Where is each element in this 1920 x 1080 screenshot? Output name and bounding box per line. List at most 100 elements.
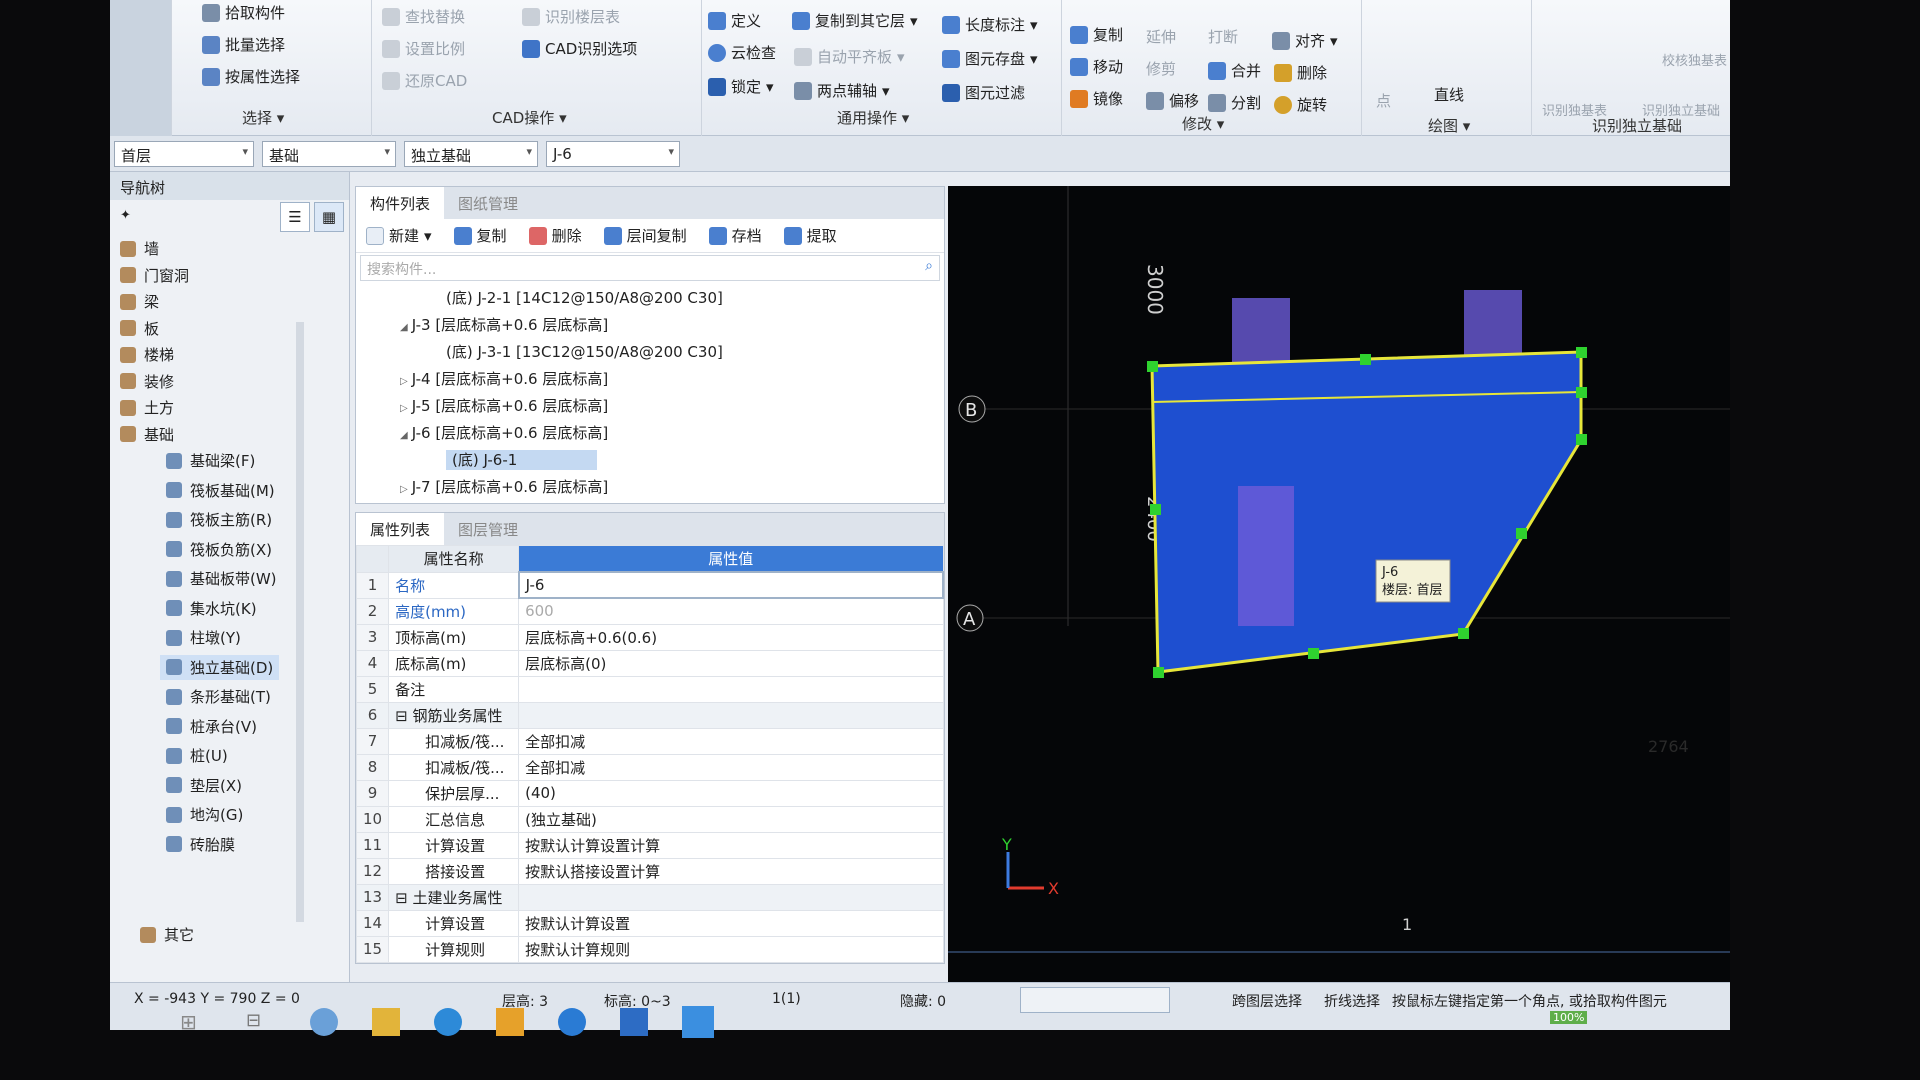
task-view-icon[interactable]: ⊟: [246, 1010, 261, 1031]
nav-sub-item[interactable]: 砖胎膜: [160, 832, 241, 857]
property-row[interactable]: 8 扣减板/筏... 全部扣减: [355, 753, 944, 781]
word-icon[interactable]: [620, 1008, 648, 1036]
tree-item[interactable]: (底) J-2-1 [14C12@150/A8@200 C30]: [356, 283, 944, 310]
batch-select-button[interactable]: 批量选择: [202, 34, 285, 55]
length-mark-button[interactable]: 长度标注 ▾: [942, 14, 1038, 35]
select-by-property-button[interactable]: 按属性选择: [202, 66, 300, 87]
auto-flat-slab-button[interactable]: 自动平齐板 ▾: [794, 46, 905, 67]
check-table-button[interactable]: 校核独基表: [1662, 50, 1727, 69]
expand-icon[interactable]: ◢: [400, 430, 408, 441]
nav-sub-item[interactable]: 筏板负筋(X): [160, 537, 278, 562]
select-mode-button[interactable]: [110, 0, 172, 136]
property-row[interactable]: 5 备注: [355, 675, 944, 703]
property-value[interactable]: 全部扣减: [518, 727, 944, 755]
browser-icon[interactable]: [434, 1008, 462, 1036]
lock-button[interactable]: 锁定 ▾: [708, 76, 774, 97]
tab-drawing-management[interactable]: 图纸管理: [444, 187, 532, 219]
nav-item-other[interactable]: 其它: [140, 924, 194, 945]
delete-component-button[interactable]: 删除: [528, 225, 582, 246]
property-row[interactable]: 1 名称 J-6: [355, 571, 945, 599]
list-view-icon[interactable]: ☰: [280, 202, 310, 232]
property-row[interactable]: 12 搭接设置 按默认搭接设置计算: [355, 857, 944, 885]
property-row[interactable]: 9 保护层厚... (40): [355, 779, 944, 807]
move-button[interactable]: 移动: [1070, 56, 1123, 77]
extend-button[interactable]: 延伸: [1146, 26, 1176, 47]
nav-item[interactable]: 梁: [120, 291, 159, 312]
nav-sub-item[interactable]: 筏板主筋(R): [160, 507, 278, 532]
pin-icon[interactable]: ✦: [120, 208, 131, 223]
restore-cad-button[interactable]: 还原CAD: [382, 70, 467, 91]
nav-sub-item[interactable]: 基础板带(W): [160, 566, 283, 591]
app-icon[interactable]: [310, 1008, 338, 1036]
property-row[interactable]: 2 高度(mm) 600: [355, 597, 944, 625]
new-component-button[interactable]: 新建 ▾: [366, 225, 432, 246]
nav-sub-item[interactable]: 桩(U): [160, 743, 234, 768]
nav-item[interactable]: 门窗洞: [120, 265, 189, 286]
expand-icon[interactable]: ▷: [400, 484, 408, 495]
tree-item[interactable]: ◢ J-3 [层底标高+0.6 层底标高]: [356, 310, 944, 337]
property-row[interactable]: 3 顶标高(m) 层底标高+0.6(0.6): [355, 623, 944, 651]
nav-item[interactable]: 楼梯: [120, 344, 174, 365]
nav-item[interactable]: 装修: [120, 371, 174, 392]
tree-item[interactable]: ▷ J-5 [层底标高+0.6 层底标高]: [356, 391, 944, 418]
nav-sub-item[interactable]: 柱墩(Y): [160, 625, 247, 650]
set-scale-button[interactable]: 设置比例: [382, 38, 465, 59]
grip-handle[interactable]: [1576, 347, 1587, 358]
property-row[interactable]: 15 计算规则 按默认计算规则: [355, 935, 944, 963]
grip-handle[interactable]: [1150, 504, 1161, 515]
property-value[interactable]: (独立基础): [518, 805, 944, 833]
save-element-button[interactable]: 图元存盘 ▾: [942, 48, 1038, 69]
property-row[interactable]: 7 扣减板/筏... 全部扣减: [355, 727, 944, 755]
category-select[interactable]: 基础: [262, 141, 396, 167]
component-search-input[interactable]: 搜索构件... ⌕: [360, 255, 940, 281]
nav-scrollbar[interactable]: [296, 322, 304, 922]
property-row[interactable]: 13 ⊟ 土建业务属性: [355, 883, 944, 911]
nav-sub-item[interactable]: 基础梁(F): [160, 448, 261, 473]
property-row[interactable]: 14 计算设置 按默认计算设置: [355, 909, 944, 937]
property-value[interactable]: 按默认计算设置: [518, 909, 944, 937]
align-button[interactable]: 对齐 ▾: [1272, 30, 1338, 51]
cloud-check-button[interactable]: 云检查: [708, 42, 776, 63]
tab-property-list[interactable]: 属性列表: [356, 513, 445, 545]
floor-select[interactable]: 首层: [114, 141, 254, 167]
tree-item[interactable]: ▷ J-7 [层底标高+0.6 层底标高]: [356, 472, 944, 499]
grip-handle[interactable]: [1308, 648, 1319, 659]
property-value[interactable]: [518, 883, 944, 911]
nav-sub-item[interactable]: 条形基础(T): [160, 684, 277, 709]
nav-item[interactable]: 墙: [120, 238, 159, 259]
tree-item[interactable]: (底) J-6-1: [356, 445, 944, 472]
nav-sub-item[interactable]: 垫层(X): [160, 773, 248, 798]
offset-button[interactable]: 偏移: [1146, 90, 1199, 111]
property-value[interactable]: 层底标高(0): [518, 649, 944, 677]
drawing-canvas[interactable]: 3000 2400 B A: [948, 186, 1730, 982]
pick-component-button[interactable]: 拾取构件: [202, 2, 285, 23]
rotate-button[interactable]: 旋转: [1274, 94, 1327, 115]
grip-handle[interactable]: [1576, 434, 1587, 445]
common-group-label[interactable]: 通用操作 ▾: [837, 107, 909, 128]
property-row[interactable]: 11 计算设置 按默认计算设置计算: [355, 831, 944, 859]
expand-icon[interactable]: ◢: [400, 322, 408, 333]
draw-group-label[interactable]: 绘图 ▾: [1428, 115, 1470, 136]
nav-sub-item[interactable]: 地沟(G): [160, 802, 249, 827]
property-value[interactable]: J-6: [517, 571, 945, 599]
property-value[interactable]: 层底标高+0.6(0.6): [518, 623, 944, 651]
property-value[interactable]: 600: [518, 597, 944, 625]
collapse-icon[interactable]: ⊟: [395, 889, 412, 907]
tab-component-list[interactable]: 构件列表: [356, 187, 445, 219]
break-button[interactable]: 打断: [1208, 26, 1238, 47]
archive-button[interactable]: 存档: [708, 225, 762, 246]
copy-component-button[interactable]: 复制: [453, 225, 507, 246]
grip-handle[interactable]: [1153, 667, 1164, 678]
interfloor-copy-button[interactable]: 层间复制: [603, 225, 687, 246]
delete-button[interactable]: 删除: [1274, 62, 1327, 83]
point-button[interactable]: 点: [1376, 90, 1391, 111]
app-icon[interactable]: [372, 1008, 400, 1036]
grip-handle[interactable]: [1576, 387, 1587, 398]
grip-handle[interactable]: [1360, 354, 1371, 365]
tree-item[interactable]: (底) J-3-1 [13C12@150/A8@200 C30]: [356, 337, 944, 364]
grid-view-icon[interactable]: ▦: [314, 202, 344, 232]
property-row[interactable]: 4 底标高(m) 层底标高(0): [355, 649, 944, 677]
find-replace-button[interactable]: 查找替换: [382, 6, 465, 27]
windows-start-icon[interactable]: ⊞: [180, 1010, 197, 1034]
copy-to-other-floor-button[interactable]: 复制到其它层 ▾: [792, 10, 918, 31]
